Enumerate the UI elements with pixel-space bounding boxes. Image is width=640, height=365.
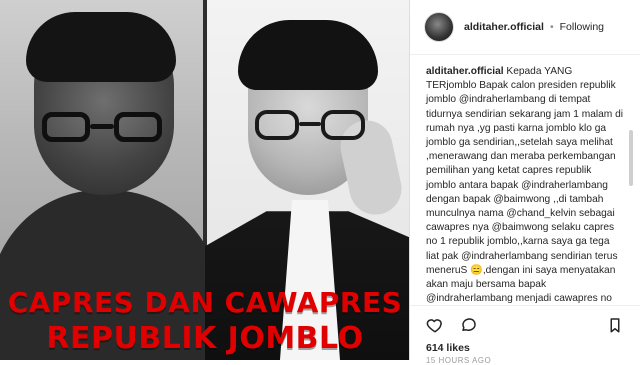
- glasses-right-lens: [321, 110, 365, 140]
- glasses-right-lens: [255, 110, 299, 140]
- likes-count[interactable]: 614 likes: [426, 342, 624, 354]
- post-header: alditaher.official • Following: [410, 0, 640, 55]
- avatar[interactable]: [424, 12, 454, 42]
- caption-username[interactable]: alditaher.official: [426, 66, 504, 77]
- glasses-left-lens: [114, 112, 162, 142]
- header-text: alditaher.official • Following: [464, 21, 604, 33]
- glasses-left-bridge: [90, 124, 114, 129]
- follow-status[interactable]: Following: [560, 21, 604, 33]
- glasses-left: [42, 112, 162, 146]
- scrollbar-thumb[interactable]: [629, 130, 633, 186]
- post-sidebar: alditaher.official • Following alditaher…: [410, 0, 640, 365]
- post-comments: alditaher.official Kepada YANG TERjomblo…: [410, 55, 640, 305]
- left-action-icons: [426, 316, 478, 334]
- glasses-right-bridge: [299, 122, 321, 126]
- image-caption-line-2: REPUBLIK JOMBLO: [46, 321, 364, 356]
- header-username[interactable]: alditaher.official: [464, 21, 544, 33]
- post-time: 15 HOURS AGO: [426, 356, 492, 365]
- post-caption: alditaher.official Kepada YANG TERjomblo…: [426, 65, 624, 305]
- person-right-hair: [238, 20, 378, 90]
- post-actions: 614 likes 15 HOURS AGO: [410, 305, 640, 365]
- action-icons: [426, 314, 624, 336]
- glasses-left-lens: [42, 112, 90, 142]
- heart-icon[interactable]: [426, 316, 444, 334]
- post-image: CAPRES DAN CAWAPRES REPUBLIK JOMBLO: [0, 0, 410, 360]
- instagram-post: CAPRES DAN CAWAPRES REPUBLIK JOMBLO aldi…: [0, 0, 640, 365]
- glasses-right: [255, 110, 365, 144]
- header-separator: •: [549, 21, 554, 33]
- comment-icon[interactable]: [460, 316, 478, 334]
- caption-text: Kepada YANG TERjomblo Bapak calon presid…: [426, 66, 624, 305]
- image-caption-line-1: CAPRES DAN CAWAPRES: [7, 286, 403, 319]
- bookmark-icon[interactable]: [606, 316, 624, 334]
- person-left-hair: [26, 12, 176, 82]
